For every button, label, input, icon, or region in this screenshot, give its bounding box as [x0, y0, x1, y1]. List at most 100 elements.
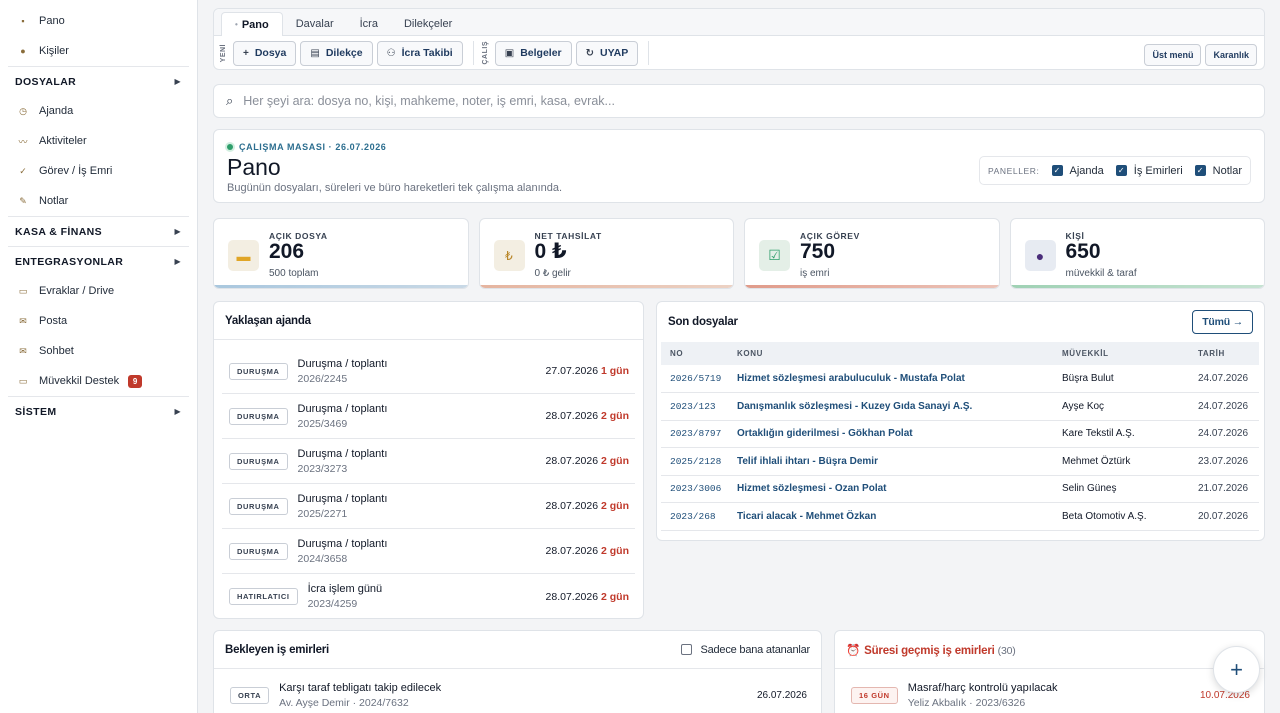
agenda-item[interactable]: HATIRLATICI İcra işlem günü 2023/4259 28.… [222, 574, 635, 619]
table-row[interactable]: 2023/3006 Hizmet sözleşmesi - Ozan Polat S… [661, 475, 1259, 503]
stat-net-tahsilat[interactable]: ₺ NET TAHSİLAT 0 ₺ 0 ₺ gelir [478, 218, 734, 289]
tab-davalar[interactable]: Davalar [283, 12, 347, 35]
days-left: 2 gün [601, 590, 629, 603]
task-icon: ☑ [759, 240, 790, 271]
section-label: DOSYALAR [15, 75, 77, 88]
tab-dilekceler[interactable]: Dilekçeler [391, 12, 465, 35]
cell-no: 2023/268 [661, 502, 728, 531]
sidebar-item-evraklar[interactable]: ▭ Evraklar / Drive [0, 276, 197, 306]
type-tag: DURUŞMA [229, 407, 288, 425]
work-order-date: 26.07.2026 [756, 689, 807, 701]
agenda-item[interactable]: DURUŞMA Duruşma / toplantı 2025/2271 28.0… [222, 484, 635, 529]
table-row[interactable]: 2023/268 Ticari alacak - Mehmet Özkan Beta… [661, 502, 1259, 531]
view-all-button[interactable]: Tümü → [1192, 310, 1253, 334]
plus-icon: + [243, 47, 249, 59]
uyap-button[interactable]: ↻ UYAP [575, 40, 639, 66]
sidebar-item-notlar[interactable]: ✎ Notlar [0, 186, 197, 216]
agenda-date: 28.07.2026 2 gün [546, 455, 629, 467]
work-order-item[interactable]: 16 GÜN Masraf/harç kontrolü yapılacak Yel… [835, 669, 1264, 713]
work-order-meta: Yeliz Akbalık · 2023/6326 [907, 696, 1026, 709]
binoculars-icon: ⚇ [386, 47, 396, 59]
type-tag: HATIRLATICI [229, 588, 298, 605]
table-row[interactable]: 2026/5719 Hizmet sözleşmesi arabuluculuk … [661, 365, 1259, 393]
agenda-item[interactable]: DURUŞMA Duruşma / toplantı 2023/3273 28.0… [222, 439, 635, 484]
agenda-item[interactable]: DURUŞMA Duruşma / toplantı 2024/3658 28.0… [222, 529, 635, 574]
stat-acik-gorev[interactable]: ☑ AÇIK GÖREV 750 iş emri [744, 218, 1000, 289]
toolbar-divider [472, 41, 474, 65]
sidebar-item-kisiler[interactable]: ● Kişiler [0, 36, 197, 66]
date-text: 28.07.2026 [545, 410, 599, 422]
sidebar-item-gorev[interactable]: ✓ Görev / İş Emri [0, 156, 197, 186]
priority-tag: ORTA [230, 686, 270, 704]
cell-konu[interactable]: Telif ihlali ihtarı - Büşra Demir [728, 447, 1053, 476]
sidebar-section-entegrasyonlar[interactable]: ENTEGRASYONLAR ▶ [8, 246, 189, 276]
search-icon: ⌕ [226, 93, 234, 108]
cell-tarih: 24.07.2026 [1189, 392, 1259, 421]
stat-accent-bar [1010, 285, 1264, 288]
cell-muvekkil: Kare Tekstil A.Ş. [1053, 420, 1189, 448]
date-text: 28.07.2026 [545, 455, 599, 467]
content-row: Yaklaşan ajanda DURUŞMA Duruşma / toplan… [213, 301, 1265, 619]
panel-header: Son dosyalar Tümü → [657, 302, 1264, 342]
cell-konu[interactable]: Ticari alacak - Mehmet Özkan [728, 502, 1053, 531]
cell-no: 2023/123 [661, 392, 728, 421]
toggle-label: Notlar [1212, 164, 1242, 177]
cell-konu[interactable]: Danışmanlık sözleşmesi - Kuzey Gıda Sana… [728, 392, 1053, 421]
table-row[interactable]: 2023/123 Danışmanlık sözleşmesi - Kuzey G… [661, 392, 1259, 421]
sidebar-section-kasa[interactable]: KASA & FİNANS ▶ [8, 216, 189, 246]
sidebar-item-ajanda[interactable]: ◷ Ajanda [0, 96, 197, 126]
new-icra-takibi-button[interactable]: ⚇ İcra Takibi [376, 40, 463, 66]
pen-icon: ✎ [19, 195, 27, 206]
belgeler-button[interactable]: ▣ Belgeler [494, 40, 572, 66]
alarm-clock-icon: ⏰ [846, 644, 861, 657]
column-header: MÜVEKKİL [1053, 342, 1189, 365]
agenda-panel: Yaklaşan ajanda DURUŞMA Duruşma / toplan… [213, 301, 644, 619]
sidebar-item-label: Görev / İş Emri [39, 165, 113, 177]
agenda-ref: 2024/3658 [297, 552, 348, 565]
agenda-item[interactable]: DURUŞMA Duruşma / toplantı 2025/3469 28.0… [222, 394, 635, 439]
stat-acik-dosya[interactable]: ▬ AÇIK DOSYA 206 500 toplam [213, 218, 469, 289]
cell-konu[interactable]: Hizmet sözleşmesi arabuluculuk - Mustafa… [728, 365, 1053, 393]
stat-value: 750 [800, 240, 836, 263]
cell-konu[interactable]: Ortaklığın giderilmesi - Gökhan Polat [728, 420, 1053, 448]
button-label: İcra Takibi [401, 47, 453, 59]
sidebar-item-sohbet[interactable]: ✉ Sohbet [0, 336, 197, 366]
add-floating-button[interactable]: + [1213, 646, 1260, 693]
new-dilekce-button[interactable]: ▤ Dilekçe [300, 40, 373, 66]
new-dosya-button[interactable]: + Dosya [233, 40, 297, 66]
table-row[interactable]: 2025/2128 Telif ihlali ihtarı - Büşra Dem… [661, 447, 1259, 476]
work-order-title: Masraf/harç kontrolü yapılacak [907, 681, 1058, 694]
sidebar-section-dosyalar[interactable]: DOSYALAR ▶ [8, 66, 189, 96]
tab-pano[interactable]: Pano [221, 12, 283, 36]
dark-mode-button[interactable]: Karanlık [1205, 44, 1257, 66]
table-row[interactable]: 2023/8797 Ortaklığın giderilmesi - Gökhan… [661, 420, 1259, 448]
sidebar-item-muvekkil-destek[interactable]: ▭ Müvekkil Destek 9 [0, 366, 197, 396]
sidebar-item-label: Notlar [39, 195, 69, 207]
sidebar-item-posta[interactable]: ✉ Posta [0, 306, 197, 336]
toggle-is-emirleri[interactable]: ✓ İş Emirleri [1115, 165, 1183, 177]
sidebar-item-aktiviteler[interactable]: 〰 Aktiviteler [0, 126, 197, 156]
stat-value: 0 ₺ [534, 240, 567, 263]
sidebar-item-label: Pano [39, 15, 65, 27]
tab-icra[interactable]: İcra [347, 12, 391, 35]
cell-konu[interactable]: Hizmet sözleşmesi - Ozan Polat [728, 475, 1053, 503]
sidebar-section-sistem[interactable]: SİSTEM ▶ [8, 396, 189, 426]
agenda-item[interactable]: DURUŞMA Duruşma / toplantı 2026/2245 27.0… [222, 349, 635, 394]
only-mine-toggle[interactable]: Sadece bana atananlar [681, 644, 810, 656]
toggle-ajanda[interactable]: ✓ Ajanda [1051, 165, 1104, 177]
folder-icon: ▭ [18, 285, 28, 296]
agenda-date: 28.07.2026 2 gün [546, 591, 629, 603]
work-order-item[interactable]: ORTA Karşı taraf tebligatı takip edilece… [214, 669, 821, 713]
search-input[interactable] [243, 94, 1144, 108]
recent-files-panel: Son dosyalar Tümü → NO KONU MÜVEKKİL TAR… [656, 301, 1265, 541]
overdue-count: (30) [997, 644, 1016, 657]
days-left: 1 gün [601, 365, 629, 377]
toggle-notlar[interactable]: ✓ Notlar [1194, 164, 1242, 177]
mail-icon: ✉ [19, 315, 27, 326]
days-left: 2 gün [601, 545, 629, 557]
work-orders-row: Bekleyen iş emirleri Sadece bana atananl… [213, 630, 1265, 713]
stat-subtext: 0 ₺ gelir [534, 268, 571, 279]
sidebar-item-pano[interactable]: ▪ Pano [0, 6, 197, 36]
stat-kisi[interactable]: ● KİŞİ 650 müvekkil & taraf [1009, 218, 1265, 289]
ust-menu-button[interactable]: Üst menü [1144, 44, 1202, 66]
